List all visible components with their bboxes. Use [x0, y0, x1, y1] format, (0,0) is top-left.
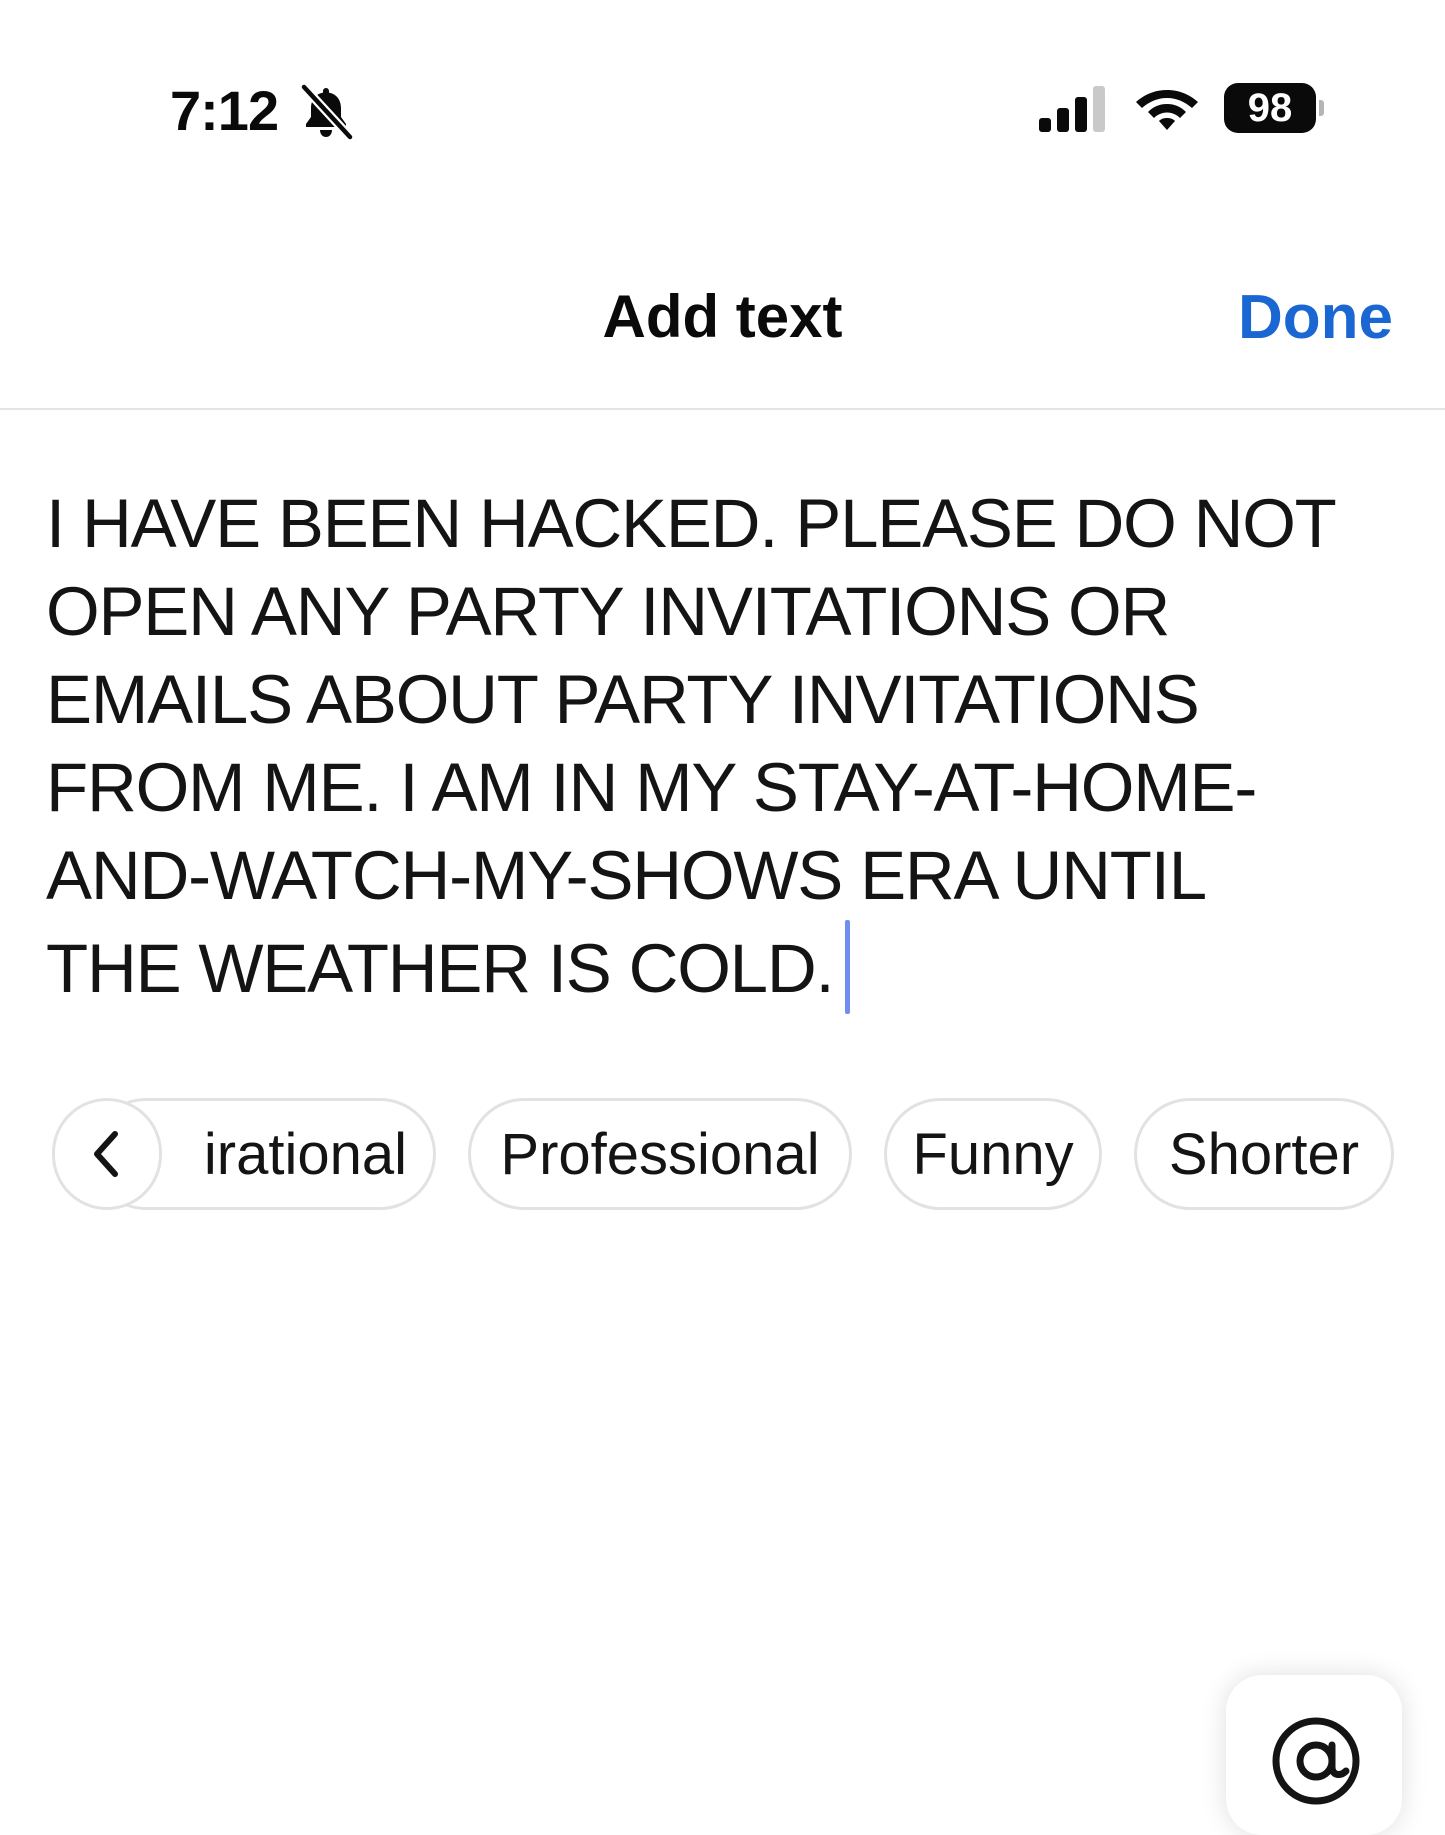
battery-cap — [1319, 100, 1324, 116]
page-title: Add text — [602, 283, 843, 350]
battery-percent: 98 — [1247, 85, 1293, 130]
suggestion-chip-label: irational — [203, 1121, 407, 1187]
suggestion-chip-shorter[interactable]: Shorter — [1134, 1098, 1394, 1210]
cellular-signal-icon — [1039, 86, 1105, 132]
suggestion-chip-label: Shorter — [1168, 1121, 1360, 1187]
text-line-content: THE WEATHER IS COLD. — [46, 930, 835, 1007]
wifi-icon — [1136, 90, 1198, 130]
suggestion-chips: irational Professional Funny Shorter — [0, 1098, 1445, 1218]
text-line: AND-WATCH-MY-SHOWS ERA UNTIL — [46, 837, 1207, 914]
text-caret — [845, 920, 851, 1014]
text-line: OPEN ANY PARTY INVITATIONS OR — [46, 573, 1170, 650]
text-line-last: THE WEATHER IS COLD. — [46, 920, 1406, 1014]
done-button[interactable]: Done — [1238, 282, 1393, 353]
status-bar: 7:12 98 — [0, 0, 1445, 150]
at-sign-icon — [1272, 1717, 1360, 1805]
battery-indicator: 98 — [1224, 82, 1324, 134]
status-time: 7:12 — [170, 79, 279, 142]
text-line: EMAILS ABOUT PARTY INVITATIONS — [46, 661, 1200, 738]
header-bar: Add text Done — [0, 250, 1445, 410]
suggestion-chip-label: Funny — [912, 1121, 1074, 1187]
bell-slash-icon — [299, 84, 355, 140]
suggestion-chip-label: Professional — [500, 1121, 820, 1187]
battery-icon: 98 — [1224, 83, 1316, 133]
suggestion-chip-professional[interactable]: Professional — [468, 1098, 852, 1210]
text-line: FROM ME. I AM IN MY STAY-AT-HOME- — [46, 749, 1257, 826]
text-editor[interactable]: I HAVE BEEN HACKED. PLEASE DO NOT OPEN A… — [46, 480, 1406, 1014]
scroll-back-button[interactable] — [52, 1098, 162, 1210]
suggestion-chip-funny[interactable]: Funny — [884, 1098, 1102, 1210]
text-line: I HAVE BEEN HACKED. PLEASE DO NOT — [46, 485, 1337, 562]
chevron-left-icon — [94, 1131, 118, 1177]
mention-button[interactable] — [1226, 1675, 1402, 1835]
